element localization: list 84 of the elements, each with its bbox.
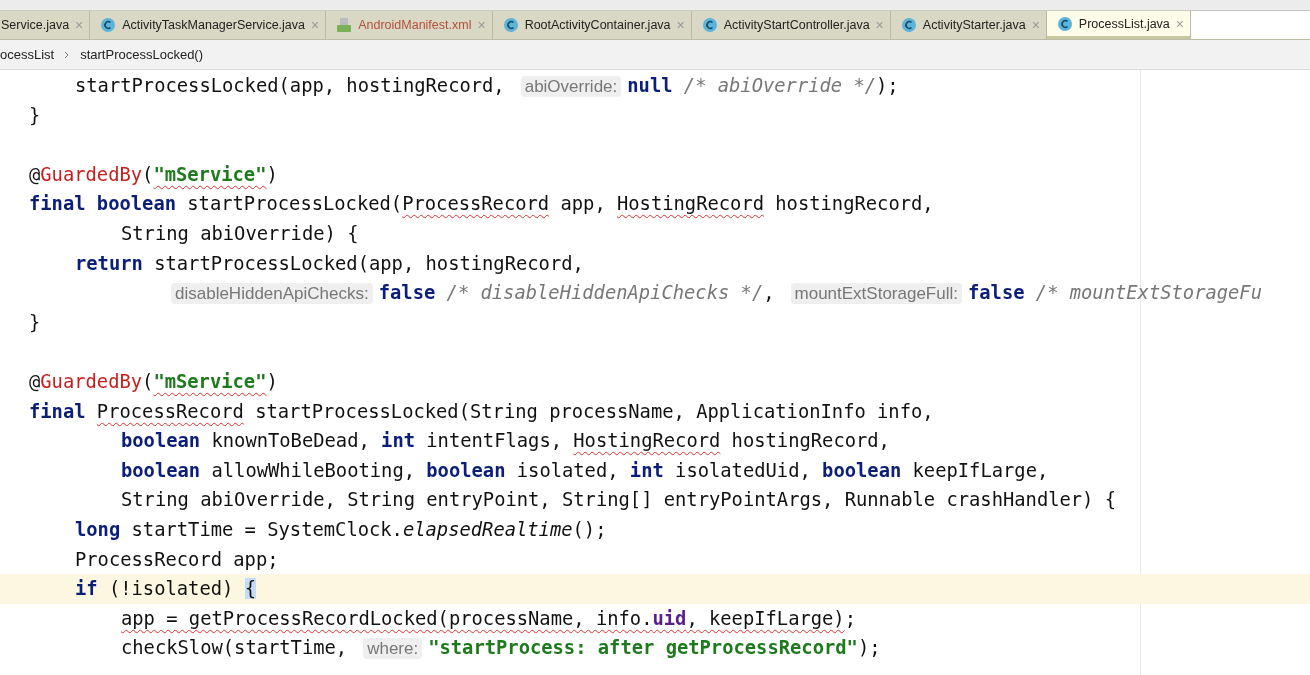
editor-tab[interactable]: ActivityStarter.java ×	[890, 11, 1047, 39]
code-text: );	[876, 75, 899, 96]
code-text: startProcessLocked(app, hostingRecord,	[75, 75, 505, 96]
code-text: ,	[763, 282, 775, 304]
code-text: hostingRecord,	[730, 430, 890, 452]
editor-tab[interactable]: ActivityTaskManagerService.java ×	[90, 11, 327, 39]
code-text: );	[857, 637, 881, 659]
code-text: isolated,	[515, 459, 620, 481]
keyword: final	[29, 400, 87, 422]
field-name: uid	[652, 607, 687, 629]
code-text: ();	[572, 518, 607, 540]
code-text: checkSlow(startTime,	[121, 637, 348, 659]
keyword: if	[75, 578, 98, 600]
keyword: boolean	[822, 459, 902, 481]
matched-brace: {	[244, 578, 256, 600]
parameter-hint: mountExtStorageFull:	[790, 283, 962, 305]
code-text: hostingRecord,	[774, 193, 934, 215]
code-text: isolatedUid,	[674, 459, 812, 481]
keyword: return	[75, 252, 143, 274]
code-text: allowWhileBooting,	[210, 459, 416, 481]
class-file-icon	[900, 17, 917, 33]
keyword: int	[629, 459, 664, 481]
class-file-icon	[701, 17, 718, 33]
keyword: int	[381, 430, 415, 452]
code-text: )	[266, 370, 278, 392]
comment: /* abiOverride */	[682, 75, 877, 96]
code-text: ProcessRecord app;	[75, 548, 279, 570]
breadcrumb-item[interactable]: ocessList	[0, 47, 55, 62]
code-text: ProcessRecord	[402, 193, 550, 215]
class-file-icon	[502, 17, 519, 33]
code-text: intentFlags,	[425, 430, 563, 452]
editor-tab[interactable]: ActivityStartController.java ×	[691, 11, 891, 39]
code-text: startProcessLocked(String processName, ApplicationInfo info,	[254, 400, 934, 422]
code-text: startTime = SystemClock.	[130, 518, 403, 540]
code-text: , keepIfLarge)	[686, 607, 845, 629]
editor-tab[interactable]: ProcessList.java ×	[1046, 11, 1191, 39]
code-text: ;	[844, 607, 856, 629]
keyword: boolean	[426, 459, 506, 481]
breadcrumb-item[interactable]: startProcessLocked()	[80, 47, 204, 62]
string-literal: "mService"	[153, 163, 267, 185]
keyword: false	[378, 282, 436, 304]
code-text: String abiOverride) {	[121, 222, 359, 244]
method-name: elapsedRealtime	[402, 518, 573, 540]
code-text: startProcessLocked(app, hostingRecord,	[153, 252, 584, 274]
code-editor[interactable]	[0, 70, 1310, 675]
keyword: final boolean	[29, 193, 176, 215]
keyword: boolean	[121, 459, 201, 481]
class-file-icon	[1056, 15, 1073, 32]
code-text: startProcessLocked(	[186, 193, 403, 215]
code-text: String abiOverride, String entryPoint, String[] entryPointArgs, Runnable crashHandler) {	[121, 489, 1117, 511]
parameter-hint: where:	[363, 638, 423, 660]
parameter-hint: abiOverride:	[520, 76, 622, 97]
string-literal: "startProcess: after getProcessRecord"	[428, 637, 858, 659]
editor-tab[interactable]: AndroidManifest.xml ×	[326, 11, 493, 39]
code-text: (!isolated)	[107, 578, 235, 600]
editor-tab[interactable]: Service.java ×	[0, 11, 91, 39]
annotation: GuardedBy	[40, 163, 143, 185]
parameter-hint: disableHiddenApiChecks:	[171, 283, 373, 305]
code-text: }	[29, 311, 41, 333]
keyword: null	[627, 75, 673, 96]
code-text: (	[142, 163, 154, 185]
comment: /* disableHiddenApiChecks */	[445, 282, 764, 304]
manifest-file-icon	[336, 17, 353, 33]
editor-tab[interactable]: RootActivityContainer.java ×	[492, 11, 692, 39]
annotation: GuardedBy	[40, 370, 143, 392]
comment: /* mountExtStorageFu	[1034, 282, 1262, 304]
string-literal: "mService"	[153, 370, 267, 392]
code-text: }	[29, 104, 41, 126]
code-text: HostingRecord	[573, 430, 721, 452]
code-text: (	[142, 370, 154, 392]
code-text: app,	[559, 193, 607, 215]
code-text: @	[29, 370, 41, 392]
keyword: boolean	[121, 430, 201, 452]
chevron-icon	[64, 50, 71, 59]
code-text: ProcessRecord	[96, 400, 244, 422]
code-text: app = getProcessRecordLocked(processName, info.	[121, 607, 653, 629]
code-text: HostingRecord	[617, 193, 764, 215]
keyword: false	[968, 282, 1025, 304]
class-file-icon	[100, 17, 117, 33]
code-text: keepIfLarge,	[911, 459, 1049, 481]
code-text: )	[266, 163, 278, 185]
code-text: knownToBeDead,	[210, 430, 371, 452]
code-text: @	[29, 163, 41, 185]
keyword: long	[75, 518, 121, 540]
